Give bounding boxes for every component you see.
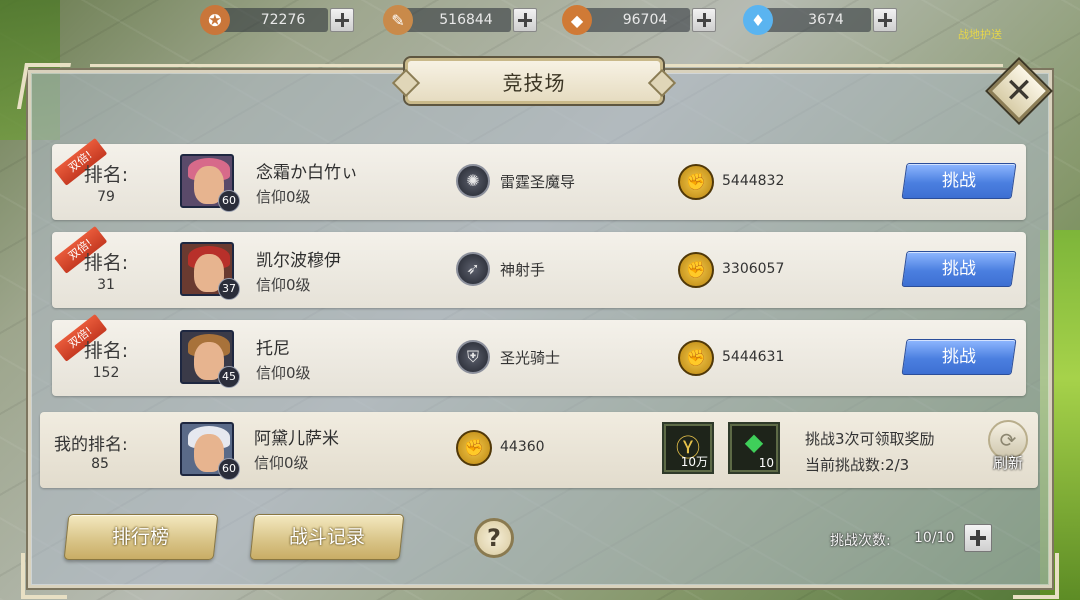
- refresh-label: 刷新: [992, 454, 1023, 472]
- help-icon: ?: [487, 524, 501, 552]
- leaderboard-label: 排行榜: [112, 526, 170, 548]
- reward-item-gold[interactable]: Ⓨ 10万: [662, 422, 714, 474]
- title-wing-ornament: [90, 64, 405, 78]
- reward-qty: 10万: [680, 455, 708, 469]
- class-name: 雷霆圣魔导: [500, 173, 576, 191]
- refresh-button[interactable]: ⟳ 刷新: [984, 420, 1032, 480]
- level-badge: 45: [218, 366, 240, 388]
- resource-diamond: ♦ 3674: [743, 5, 897, 35]
- resource-value: 96704: [580, 8, 690, 32]
- paladin-class-icon: ⛨: [456, 340, 490, 374]
- player-faith: 信仰0级: [256, 188, 311, 206]
- add-ore-button[interactable]: [692, 8, 716, 32]
- level-badge: 60: [218, 458, 240, 480]
- add-attempts-button[interactable]: [964, 524, 992, 552]
- player-name: 念霜か白竹ぃ: [256, 163, 358, 183]
- player-faith: 信仰0级: [256, 364, 311, 382]
- my-rank-row: 我的排名: 85 60 阿黛儿萨米 信仰0级 ✊ 44360 Ⓨ 10万 ◆ 1…: [40, 412, 1038, 488]
- opponent-row: 双倍! 排名: 31 37 凯尔波穆伊 信仰0级 ➶ 神射手 ✊ 3306057…: [52, 225, 1026, 308]
- battle-log-label: 战斗记录: [288, 526, 365, 548]
- reward-qty: 10: [758, 456, 774, 470]
- close-button[interactable]: ✕: [987, 59, 1051, 123]
- challenge-button[interactable]: 挑战: [901, 163, 1017, 199]
- panel-corner-ornament: [16, 63, 72, 109]
- leaderboard-button[interactable]: 排行榜: [63, 514, 219, 560]
- power-fist-icon: ✊: [678, 340, 714, 376]
- thunder-class-icon: ✺: [456, 164, 490, 198]
- level-badge: 60: [218, 190, 240, 212]
- player-name: 托尼: [256, 339, 290, 359]
- archer-class-icon: ➶: [456, 252, 490, 286]
- class-name: 圣光骑士: [500, 349, 561, 367]
- resource-value: 72276: [218, 8, 328, 32]
- challenge-button-label: 挑战: [942, 347, 976, 367]
- resource-medal: ✪ 72276: [200, 5, 354, 35]
- challenge-button[interactable]: 挑战: [901, 251, 1017, 287]
- opponent-row: 双倍! 排名: 79 60 念霜か白竹ぃ 信仰0级 ✺ 雷霆圣魔导 ✊ 5444…: [52, 137, 1026, 220]
- panel-corner-ornament: [21, 553, 67, 599]
- title-wing-ornament: [663, 64, 1003, 78]
- resource-value: 3674: [761, 8, 871, 32]
- reward-hint: 挑战3次可领取奖励: [805, 430, 935, 448]
- resource-scroll: ✎ 516844: [383, 5, 537, 35]
- my-power-value: 44360: [500, 439, 545, 455]
- close-icon: ✕: [1004, 71, 1034, 111]
- rank-label: 排名:: [83, 340, 129, 362]
- level-badge: 37: [218, 278, 240, 300]
- power-value: 5444631: [722, 349, 785, 365]
- power-value: 3306057: [722, 261, 785, 277]
- add-scroll-button[interactable]: [513, 8, 537, 32]
- emerald-gem-reward-icon: ◆: [744, 428, 764, 456]
- medal-icon: ✪: [200, 5, 230, 35]
- rank-label: 排名:: [83, 164, 129, 186]
- player-name: 凯尔波穆伊: [256, 251, 341, 271]
- power-fist-icon: ✊: [456, 430, 492, 466]
- page-title: 竞技场: [502, 70, 566, 95]
- my-rank-label: 我的排名:: [54, 435, 128, 455]
- power-value: 5444832: [722, 173, 785, 189]
- attempts-value: 10/10: [914, 530, 955, 546]
- rank-value: 79: [97, 189, 115, 205]
- my-rank-value: 85: [91, 456, 109, 472]
- panel-corner-ornament: [1013, 553, 1059, 599]
- attempts-label: 挑战次数:: [830, 533, 891, 549]
- diamond-icon: ♦: [743, 5, 773, 35]
- rank-label: 排名:: [83, 252, 129, 274]
- my-player-name: 阿黛儿萨米: [254, 429, 339, 449]
- battle-log-button[interactable]: 战斗记录: [249, 514, 405, 560]
- opponent-row: 双倍! 排名: 152 45 托尼 信仰0级 ⛨ 圣光骑士 ✊ 5444631 …: [52, 313, 1026, 396]
- challenge-button-label: 挑战: [942, 259, 976, 279]
- player-faith: 信仰0级: [256, 276, 311, 294]
- add-diamond-button[interactable]: [873, 8, 897, 32]
- class-name: 神射手: [500, 261, 546, 279]
- challenge-button[interactable]: 挑战: [901, 339, 1017, 375]
- escort-link[interactable]: 战地护送: [958, 26, 1002, 42]
- power-fist-icon: ✊: [678, 164, 714, 200]
- reward-item-gem[interactable]: ◆ 10: [728, 422, 780, 474]
- scroll-icon: ✎: [383, 5, 413, 35]
- title-plate: 竞技场: [405, 58, 663, 104]
- challenge-button-label: 挑战: [942, 171, 976, 191]
- ore-icon: ◆: [562, 5, 592, 35]
- rank-value: 152: [92, 365, 120, 381]
- add-medal-button[interactable]: [330, 8, 354, 32]
- rank-value: 31: [97, 277, 115, 293]
- help-button[interactable]: ?: [474, 518, 514, 558]
- power-fist-icon: ✊: [678, 252, 714, 288]
- my-player-faith: 信仰0级: [254, 454, 309, 472]
- resource-value: 516844: [401, 8, 511, 32]
- challenge-progress: 当前挑战数:2/3: [805, 456, 910, 474]
- resource-ore: ◆ 96704: [562, 5, 716, 35]
